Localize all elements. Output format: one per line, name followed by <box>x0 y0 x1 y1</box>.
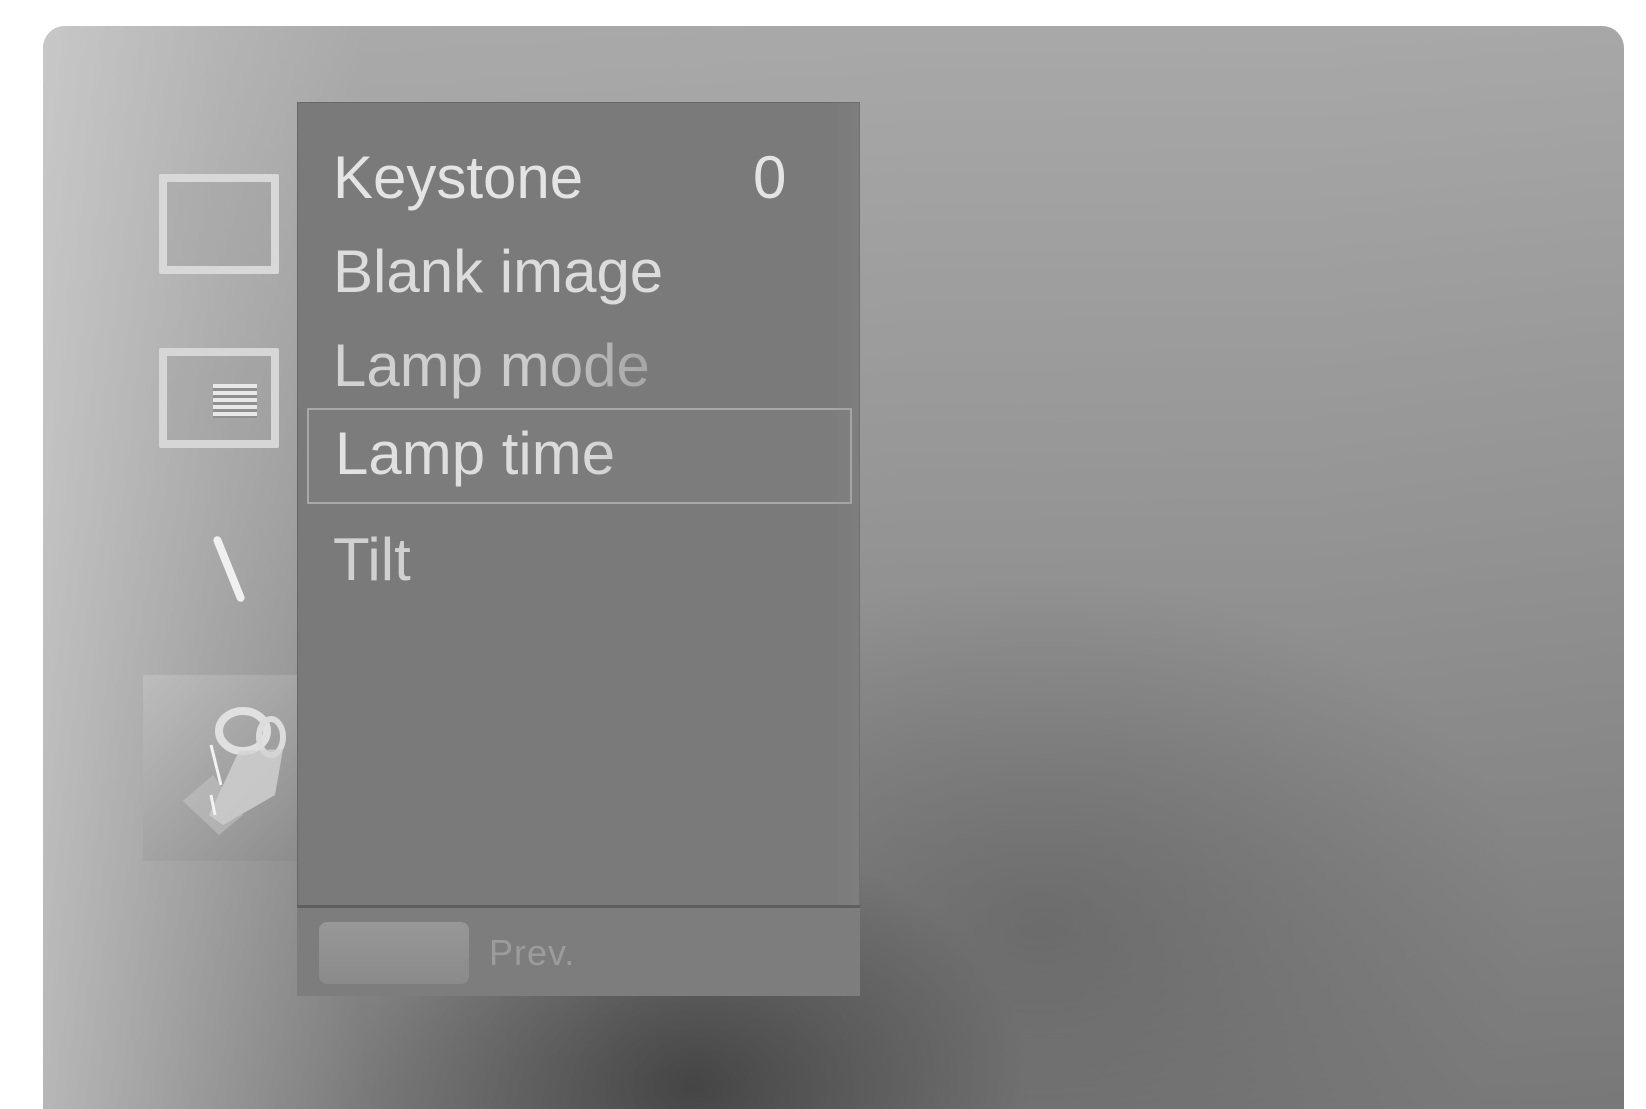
menu-item-label: Tilt <box>333 526 411 593</box>
menu-item-keystone[interactable]: Keystone 0 <box>333 138 833 218</box>
prev-button[interactable] <box>319 922 469 984</box>
audio-icon[interactable] <box>212 535 246 603</box>
screen-icon[interactable] <box>159 348 279 448</box>
menu-item-value: 0 <box>753 144 787 211</box>
menu-panel: Keystone 0 Blank image Lamp mode Lamp ti… <box>297 102 860 996</box>
menu-footer: Prev. <box>297 908 860 996</box>
settings-icon[interactable] <box>143 675 297 861</box>
menu-item-blank-image[interactable]: Blank image <box>333 232 833 312</box>
prev-label: Prev. <box>489 932 576 973</box>
menu-item-lamp-time[interactable]: Lamp time <box>335 414 835 494</box>
screen-lines-glyph <box>213 384 257 418</box>
osd-screen: Keystone 0 Blank image Lamp mode Lamp ti… <box>43 26 1624 1109</box>
menu-item-label: Blank image <box>333 238 664 305</box>
picture-icon[interactable] <box>159 174 279 274</box>
menu-item-label: Keystone <box>333 144 584 211</box>
panel-edge-shade <box>827 102 860 996</box>
menu-item-lamp-mode[interactable]: Lamp mode <box>333 326 833 406</box>
settings-glyph <box>183 707 286 835</box>
menu-item-tilt[interactable]: Tilt <box>333 520 833 600</box>
